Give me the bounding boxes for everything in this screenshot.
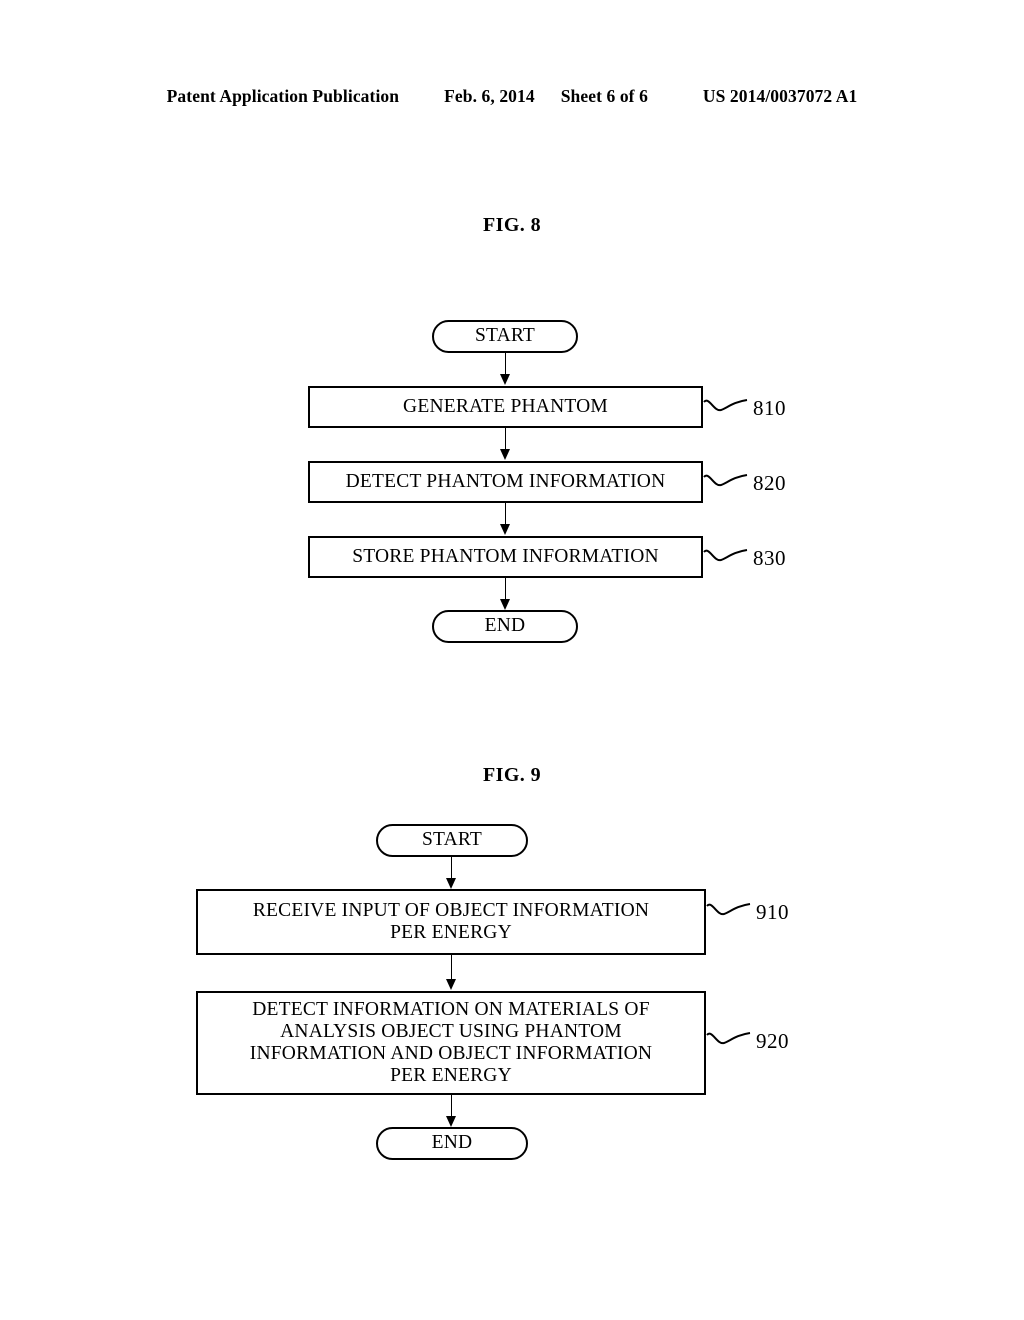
fig8-leader-820	[703, 474, 748, 487]
fig9-leader-910	[706, 903, 751, 916]
fig9-step-910-label: RECEIVE INPUT OF OBJECT INFORMATION PER …	[247, 900, 655, 944]
fig9-end-terminal: END	[376, 1127, 528, 1160]
fig8-step-820-label: DETECT PHANTOM INFORMATION	[345, 470, 666, 492]
fig8-arrowhead-830-end	[500, 599, 510, 610]
fig9-connector-910-920	[451, 955, 452, 981]
fig9-refnum-910: 910	[756, 900, 789, 924]
fig8-start-label: START	[474, 325, 536, 347]
fig8-connector-start-810	[505, 353, 506, 376]
fig8-leader-830	[703, 549, 748, 562]
header-sheet-label: Sheet 6 of 6	[560, 86, 648, 106]
fig8-leader-810	[703, 399, 748, 412]
figure-9-title: FIG. 9	[483, 764, 541, 786]
fig8-step-820-box: DETECT PHANTOM INFORMATION	[308, 461, 703, 503]
fig9-step-920-line-1: DETECT INFORMATION ON MATERIALS OF	[252, 998, 650, 1020]
header-publication-label: Patent Application Publication	[166, 86, 400, 106]
page-header: Patent Application Publication Feb. 6, 2…	[0, 86, 1024, 107]
fig8-end-label: END	[484, 615, 526, 637]
fig8-connector-830-end	[505, 578, 506, 601]
fig8-connector-820-830	[505, 503, 506, 526]
fig8-refnum-820: 820	[753, 471, 786, 495]
fig9-arrowhead-920-end	[446, 1116, 456, 1127]
fig8-arrowhead-810-820	[500, 449, 510, 460]
fig9-step-910-line-2: PER ENERGY	[390, 922, 512, 943]
fig8-start-terminal: START	[432, 320, 578, 353]
fig9-step-910-box: RECEIVE INPUT OF OBJECT INFORMATION PER …	[196, 889, 706, 955]
fig9-step-920-line-3: INFORMATION AND OBJECT INFORMATION	[249, 1043, 653, 1064]
fig9-step-920-line-4: PER ENERGY	[390, 1065, 512, 1087]
fig9-step-920-box: DETECT INFORMATION ON MATERIALS OF ANALY…	[196, 991, 706, 1095]
fig8-connector-810-820	[505, 428, 506, 451]
fig8-step-810-label: GENERATE PHANTOM	[403, 395, 608, 417]
figure-8-title: FIG. 8	[483, 214, 541, 236]
fig9-leader-920	[706, 1032, 751, 1045]
fig9-end-label: END	[431, 1132, 473, 1154]
fig8-refnum-830: 830	[753, 546, 786, 570]
fig9-step-910-line-1: RECEIVE INPUT OF OBJECT INFORMATION	[252, 899, 650, 921]
fig8-step-830-label: STORE PHANTOM INFORMATION	[352, 545, 659, 567]
header-date-label: Feb. 6, 2014	[444, 86, 535, 106]
fig9-step-920-label: DETECT INFORMATION ON MATERIALS OF ANALY…	[244, 999, 658, 1088]
fig8-arrowhead-start-810	[500, 374, 510, 385]
fig9-step-920-line-2: ANALYSIS OBJECT USING PHANTOM	[280, 1020, 622, 1042]
fig9-start-terminal: START	[376, 824, 528, 857]
fig9-connector-start-910	[451, 857, 452, 880]
fig9-start-label: START	[421, 829, 483, 851]
fig8-refnum-810: 810	[753, 396, 786, 420]
fig8-arrowhead-820-830	[500, 524, 510, 535]
fig8-step-830-box: STORE PHANTOM INFORMATION	[308, 536, 703, 578]
fig9-arrowhead-910-920	[446, 979, 456, 990]
header-patent-number-label: US 2014/0037072 A1	[702, 86, 858, 106]
fig8-end-terminal: END	[432, 610, 578, 643]
fig9-arrowhead-start-910	[446, 878, 456, 889]
fig9-connector-920-end	[451, 1095, 452, 1117]
fig8-step-810-box: GENERATE PHANTOM	[308, 386, 703, 428]
fig9-refnum-920: 920	[756, 1029, 789, 1053]
